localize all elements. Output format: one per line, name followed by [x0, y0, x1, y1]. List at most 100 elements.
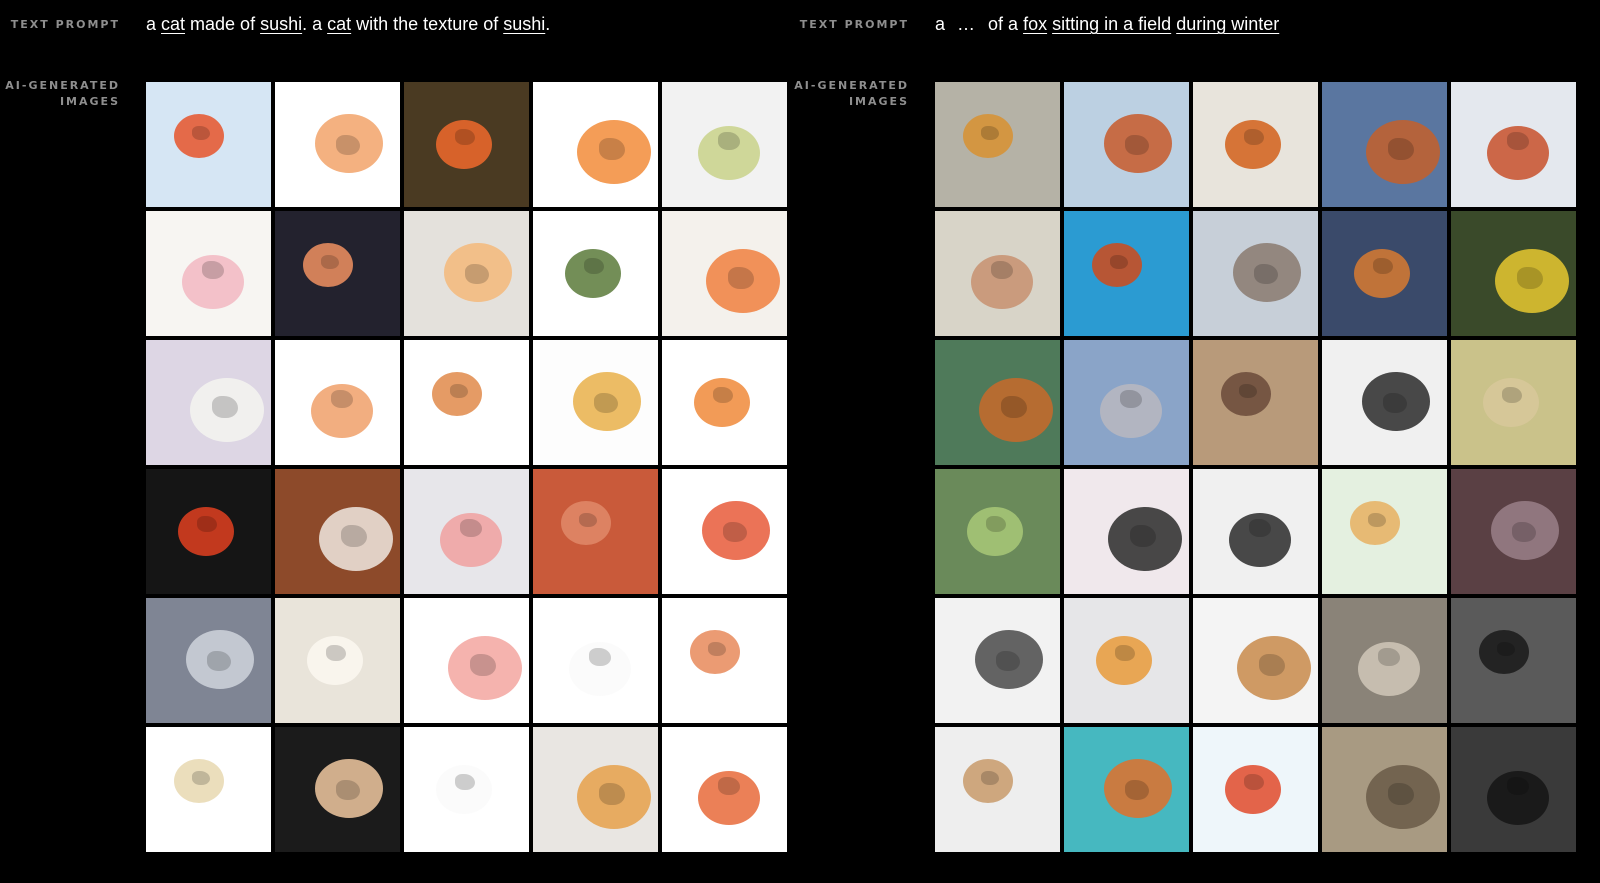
right-image-detail [1388, 783, 1414, 805]
left-generated-image-tile[interactable] [146, 469, 271, 594]
left-generated-image-tile[interactable] [275, 469, 400, 594]
right-generated-image-tile[interactable] [935, 211, 1060, 336]
right-generated-image-tile[interactable] [1193, 340, 1318, 465]
left-image-detail [212, 396, 238, 418]
right-text-prompt[interactable]: a … of a fox sitting in a field during w… [935, 11, 1279, 37]
left-generated-image-tile[interactable] [146, 727, 271, 852]
left-generated-image-tile[interactable] [404, 82, 529, 207]
left-generated-image-tile[interactable] [275, 340, 400, 465]
left-ai-generated-images-label: AI-GENERATED IMAGES [0, 78, 120, 110]
right-image-detail [991, 261, 1013, 279]
right-generated-image-tile[interactable] [935, 469, 1060, 594]
right-generated-image-tile[interactable] [935, 82, 1060, 207]
left-generated-image-tile[interactable] [533, 211, 658, 336]
right-generated-image-tile[interactable] [1064, 340, 1189, 465]
right-generated-image-tile[interactable] [1064, 469, 1189, 594]
right-generated-image-tile[interactable] [935, 598, 1060, 723]
right-generated-image-tile[interactable] [1064, 82, 1189, 207]
left-generated-image-tile[interactable] [662, 340, 787, 465]
right-generated-image-tile[interactable] [1451, 211, 1576, 336]
right-prompt-token-link[interactable]: during winter [1176, 14, 1279, 34]
left-prompt-token-link[interactable]: cat [327, 14, 351, 34]
left-generated-image-tile[interactable] [404, 340, 529, 465]
right-image-detail [1497, 642, 1515, 656]
right-image-detail [1115, 645, 1135, 661]
right-image-detail [1244, 774, 1264, 790]
right-image-detail [1502, 387, 1522, 403]
left-generated-image-tile[interactable] [146, 598, 271, 723]
left-generated-image-tile[interactable] [533, 469, 658, 594]
left-image-detail [336, 135, 360, 155]
right-generated-image-tile[interactable] [1193, 211, 1318, 336]
left-text-prompt[interactable]: a cat made of sushi. a cat with the text… [146, 11, 550, 37]
right-generated-image-tile[interactable] [1193, 727, 1318, 852]
right-image-detail [981, 126, 999, 140]
left-generated-image-tile[interactable] [404, 598, 529, 723]
right-generated-image-tile[interactable] [935, 727, 1060, 852]
left-generated-image-tile[interactable] [533, 727, 658, 852]
right-image-detail [1383, 393, 1407, 413]
right-generated-image-tile[interactable] [1322, 82, 1447, 207]
right-generated-image-tile[interactable] [1064, 598, 1189, 723]
right-prompt-token: of a [988, 14, 1024, 34]
right-image-detail [1368, 513, 1386, 527]
left-prompt-token: with the texture of [351, 14, 504, 34]
right-image-detail [1244, 129, 1264, 145]
left-generated-image-tile[interactable] [275, 82, 400, 207]
right-image-detail [1239, 384, 1257, 398]
left-generated-image-tile[interactable] [662, 82, 787, 207]
right-generated-image-tile[interactable] [1451, 598, 1576, 723]
left-images-label-line-1: AI-GENERATED [5, 79, 120, 92]
left-images-label-line-2: IMAGES [59, 95, 120, 108]
right-generated-image-tile[interactable] [1193, 598, 1318, 723]
left-image-detail [718, 777, 740, 795]
right-generated-image-tile[interactable] [1322, 727, 1447, 852]
left-generated-image-tile[interactable] [275, 727, 400, 852]
left-prompt-token-link[interactable]: sushi [260, 14, 302, 34]
right-generated-image-tile[interactable] [935, 340, 1060, 465]
left-generated-image-tile[interactable] [533, 598, 658, 723]
left-generated-image-tile[interactable] [662, 598, 787, 723]
right-generated-image-tile[interactable] [1193, 469, 1318, 594]
left-generated-image-tile[interactable] [146, 340, 271, 465]
right-generated-image-tile[interactable] [1322, 598, 1447, 723]
right-generated-image-tile[interactable] [1322, 340, 1447, 465]
left-generated-image-tile[interactable] [662, 469, 787, 594]
left-image-detail [599, 783, 625, 805]
right-image-detail [996, 651, 1020, 671]
right-image-detail [1001, 396, 1027, 418]
left-generated-image-tile[interactable] [533, 340, 658, 465]
right-generated-image-tile[interactable] [1451, 469, 1576, 594]
right-prompt-token-link[interactable]: fox [1023, 14, 1047, 34]
right-generated-image-tile[interactable] [1451, 82, 1576, 207]
left-prompt-token-link[interactable]: sushi [503, 14, 545, 34]
left-generated-image-tile[interactable] [275, 598, 400, 723]
right-image-detail [1259, 654, 1285, 676]
left-image-detail [465, 264, 489, 284]
left-prompt-token-link[interactable]: cat [161, 14, 185, 34]
right-generated-image-tile[interactable] [1451, 727, 1576, 852]
right-generated-image-tile[interactable] [1064, 727, 1189, 852]
right-image-detail [1125, 135, 1149, 155]
left-generated-image-tile[interactable] [662, 211, 787, 336]
left-generated-image-tile[interactable] [404, 211, 529, 336]
right-prompt-token: a [935, 14, 946, 34]
left-generated-image-tile[interactable] [146, 211, 271, 336]
right-generated-image-tile[interactable] [1064, 211, 1189, 336]
left-generated-image-tile[interactable] [533, 82, 658, 207]
left-generated-image-tile[interactable] [404, 727, 529, 852]
right-prompt-token-link[interactable]: sitting in a field [1052, 14, 1171, 34]
right-generated-image-tile[interactable] [1322, 469, 1447, 594]
right-images-label-line-2: IMAGES [848, 95, 909, 108]
left-image-detail [326, 645, 346, 661]
right-generated-image-tile[interactable] [1193, 82, 1318, 207]
right-image-detail [1125, 780, 1149, 800]
left-generated-image-tile[interactable] [662, 727, 787, 852]
right-generated-image-tile[interactable] [1451, 340, 1576, 465]
left-generated-image-tile[interactable] [275, 211, 400, 336]
left-text-prompt-label: TEXT PROMPT [10, 18, 120, 31]
left-generated-image-tile[interactable] [404, 469, 529, 594]
right-image-detail [1120, 390, 1142, 408]
left-generated-image-tile[interactable] [146, 82, 271, 207]
right-generated-image-tile[interactable] [1322, 211, 1447, 336]
